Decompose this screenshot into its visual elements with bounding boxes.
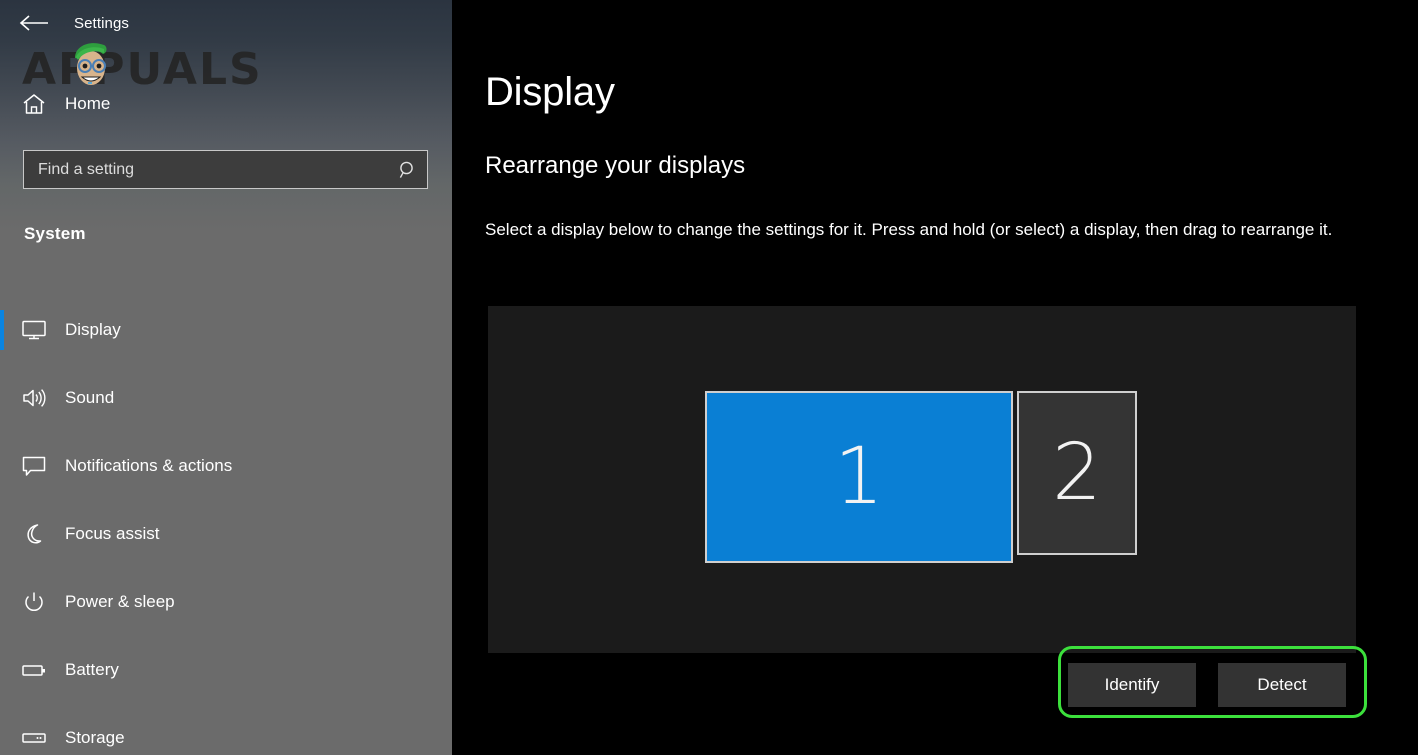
power-icon (12, 591, 56, 613)
sidebar-item-focus-assist[interactable]: Focus assist (0, 500, 452, 568)
search-input[interactable] (24, 151, 389, 188)
sidebar-item-label: Display (65, 320, 121, 339)
sidebar-item-label: Battery (65, 660, 119, 679)
page-title: Display (485, 70, 615, 114)
section-description: Select a display below to change the set… (485, 220, 1333, 239)
sidebar-item-label: Notifications & actions (65, 456, 233, 475)
selection-indicator (0, 378, 4, 418)
sidebar-home[interactable]: Home (0, 86, 452, 122)
home-icon (12, 93, 56, 115)
sidebar-item-display[interactable]: Display (0, 296, 452, 364)
selection-indicator (0, 650, 4, 690)
sidebar-item-power-sleep[interactable]: Power & sleep (0, 568, 452, 636)
sidebar: Settings APPUALS Home Find a setting Sys… (0, 0, 452, 755)
display-tile-1[interactable]: 1 (705, 391, 1013, 563)
sidebar-nav: Display Sound Notifications & actions Fo… (0, 296, 452, 755)
display-action-buttons: Identify Detect (1068, 663, 1346, 707)
sidebar-item-storage[interactable]: Storage (0, 704, 452, 755)
sidebar-item-sound[interactable]: Sound (0, 364, 452, 432)
display-tile-number: 2 (1052, 428, 1102, 518)
sidebar-section-title: System (24, 224, 86, 243)
sidebar-item-label: Storage (65, 728, 125, 747)
search-icon[interactable] (389, 160, 427, 180)
sidebar-item-label: Sound (65, 388, 115, 407)
search-box[interactable] (23, 150, 428, 189)
title-bar: Settings (0, 0, 452, 46)
drive-icon (12, 727, 56, 749)
sidebar-item-label: Power & sleep (65, 592, 175, 611)
selection-indicator (0, 446, 4, 486)
chat-bubble-icon (12, 455, 56, 477)
window-title: Settings (74, 14, 129, 32)
settings-window: Settings APPUALS Home Find a setting Sys… (0, 0, 1418, 755)
sidebar-item-label: Focus assist (65, 524, 160, 543)
main-content: Display Rearrange your displays Select a… (452, 0, 1418, 755)
display-tile-2[interactable]: 2 (1017, 391, 1137, 555)
detect-button[interactable]: Detect (1218, 663, 1346, 707)
identify-button[interactable]: Identify (1068, 663, 1196, 707)
monitor-icon (12, 319, 56, 341)
battery-icon (12, 659, 56, 681)
selection-indicator (0, 310, 4, 350)
moon-icon (12, 523, 56, 545)
selection-indicator (0, 718, 4, 755)
back-arrow-icon[interactable] (10, 6, 58, 40)
home-label: Home (65, 94, 111, 113)
section-heading: Rearrange your displays (485, 152, 746, 179)
display-tile-number: 1 (834, 432, 884, 522)
sidebar-item-battery[interactable]: Battery (0, 636, 452, 704)
selection-indicator (0, 514, 4, 554)
display-arrangement-canvas[interactable]: 1 2 (488, 306, 1356, 653)
sidebar-item-notifications-actions[interactable]: Notifications & actions (0, 432, 452, 500)
speaker-icon (12, 387, 56, 409)
selection-indicator (0, 582, 4, 622)
